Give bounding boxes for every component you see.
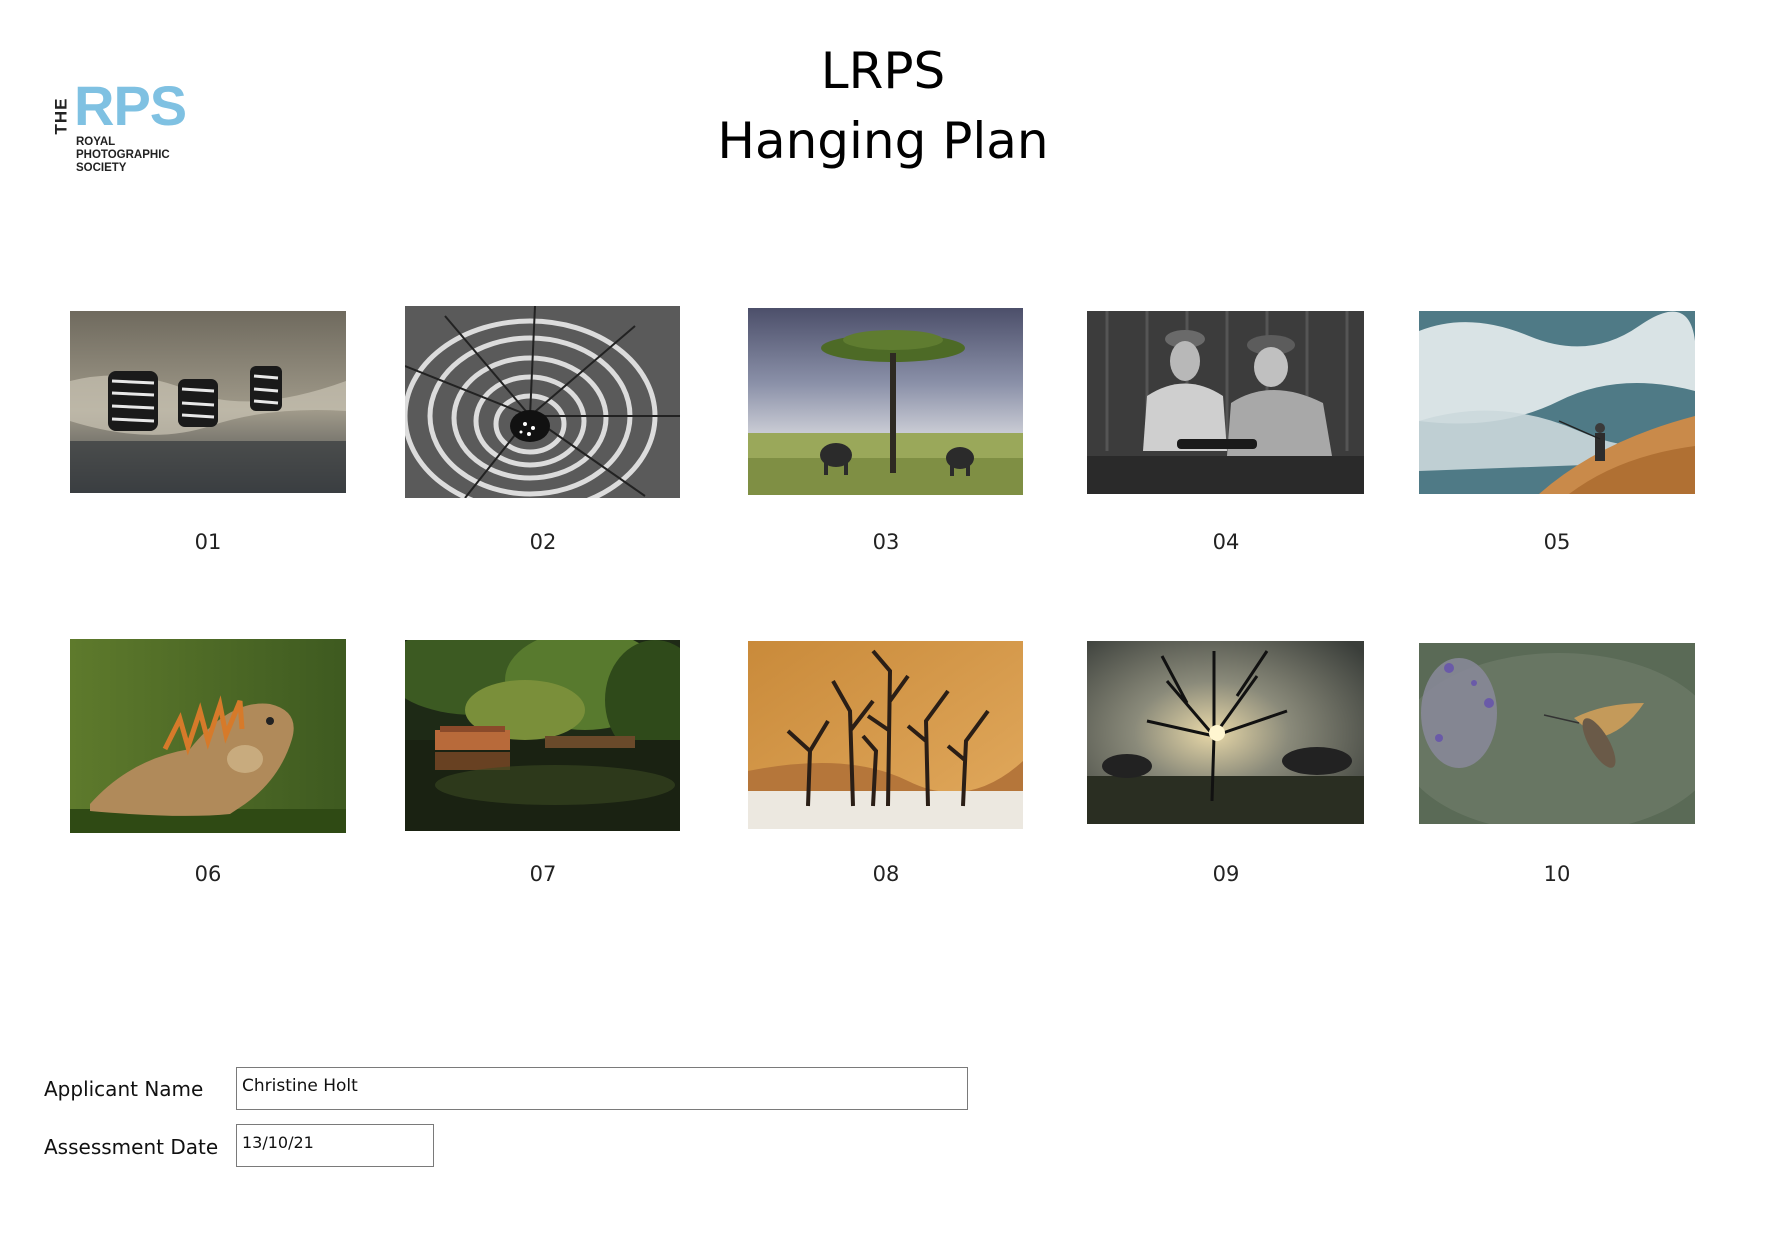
image-number-02: 02 xyxy=(529,530,557,554)
image-number-01: 01 xyxy=(194,530,222,554)
dead-trees-photo-icon xyxy=(748,641,1023,829)
zebras-photo-icon xyxy=(70,311,346,493)
hawk-moth-photo-icon xyxy=(1419,643,1695,824)
image-09 xyxy=(1087,641,1364,824)
acacia-elephants-photo-icon xyxy=(748,308,1023,495)
image-08 xyxy=(748,641,1023,829)
two-men-photo-icon xyxy=(1087,311,1364,494)
image-number-08: 08 xyxy=(872,862,900,886)
spiral-staircase-photo-icon xyxy=(405,306,680,498)
image-04 xyxy=(1087,311,1364,494)
image-number-06: 06 xyxy=(194,862,222,886)
page-title: LRPS xyxy=(820,42,946,100)
canal-boat-photo-icon xyxy=(405,640,680,831)
applicant-name-label: Applicant Name xyxy=(44,1077,204,1101)
image-10 xyxy=(1419,643,1695,824)
image-05 xyxy=(1419,311,1695,494)
image-number-09: 09 xyxy=(1212,862,1240,886)
iguana-photo-icon xyxy=(70,639,346,833)
image-number-04: 04 xyxy=(1212,530,1240,554)
image-07 xyxy=(405,640,680,831)
image-number-07: 07 xyxy=(529,862,557,886)
assessment-date-label: Assessment Date xyxy=(44,1135,219,1159)
image-number-10: 10 xyxy=(1543,862,1571,886)
image-number-05: 05 xyxy=(1543,530,1571,554)
tree-sunrise-photo-icon xyxy=(1087,641,1364,824)
image-01 xyxy=(70,311,346,493)
fisherman-surf-photo-icon xyxy=(1419,311,1695,494)
applicant-name-field[interactable]: Christine Holt xyxy=(236,1067,968,1110)
image-03 xyxy=(748,308,1023,495)
image-number-03: 03 xyxy=(872,530,900,554)
assessment-date-field[interactable]: 13/10/21 xyxy=(236,1124,434,1167)
page-subtitle: Hanging Plan xyxy=(717,112,1049,170)
image-02 xyxy=(405,306,680,498)
image-06 xyxy=(70,639,346,833)
